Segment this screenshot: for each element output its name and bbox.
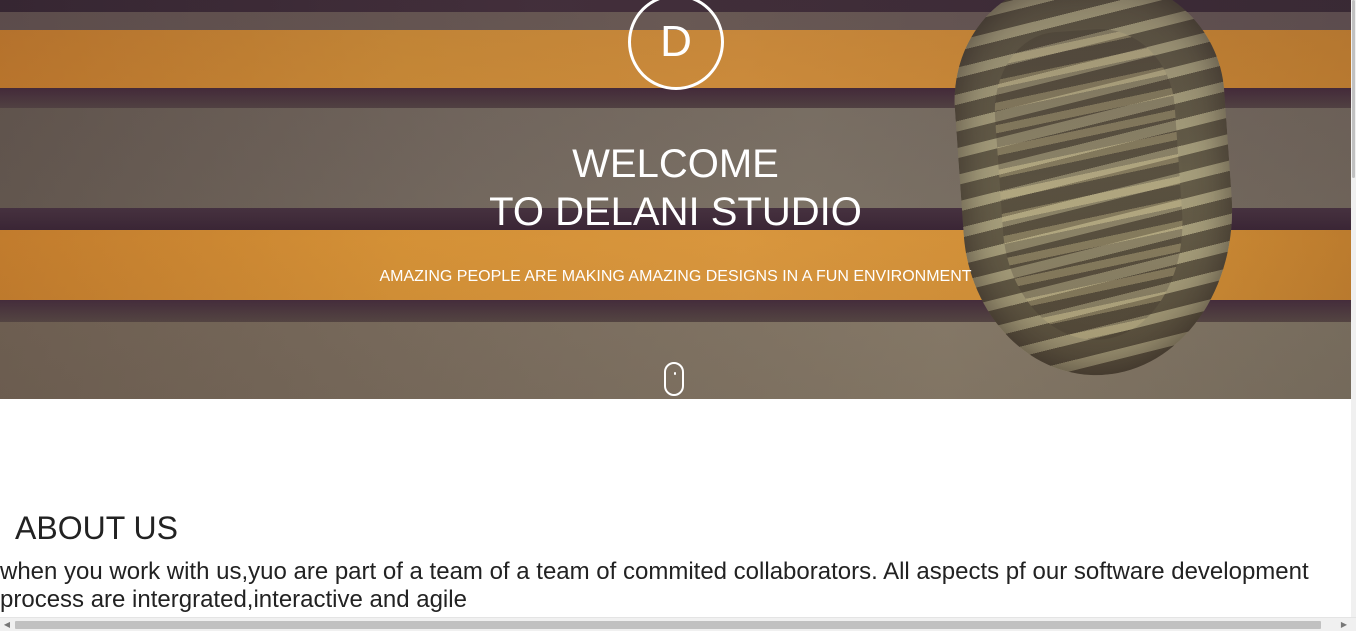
mouse-scroll-icon[interactable] bbox=[664, 362, 684, 396]
vertical-scrollbar[interactable] bbox=[1351, 0, 1356, 617]
scroll-left-arrow-icon[interactable]: ◀ bbox=[0, 618, 14, 631]
hero-subtitle: AMAZING PEOPLE ARE MAKING AMAZING DESIGN… bbox=[379, 268, 972, 285]
about-heading: ABOUT US bbox=[15, 510, 178, 546]
hero-title-line-1: WELCOME bbox=[572, 142, 779, 186]
hero-title-line-2: TO DELANI STUDIO bbox=[489, 190, 862, 234]
vertical-scrollbar-thumb[interactable] bbox=[1352, 0, 1355, 178]
mouse-wheel-icon bbox=[674, 372, 676, 375]
hero-section: D WELCOME TO DELANI STUDIO AMAZING PEOPL… bbox=[0, 0, 1351, 399]
horizontal-scrollbar[interactable]: ◀ ▶ bbox=[0, 617, 1356, 631]
scroll-right-arrow-icon[interactable]: ▶ bbox=[1337, 618, 1351, 631]
about-text: when you work with us,yuo are part of a … bbox=[0, 558, 1309, 613]
horizontal-scrollbar-thumb[interactable] bbox=[15, 621, 1321, 629]
hero-title: WELCOME TO DELANI STUDIO bbox=[0, 140, 1351, 236]
page-viewport: D WELCOME TO DELANI STUDIO AMAZING PEOPL… bbox=[0, 0, 1351, 617]
